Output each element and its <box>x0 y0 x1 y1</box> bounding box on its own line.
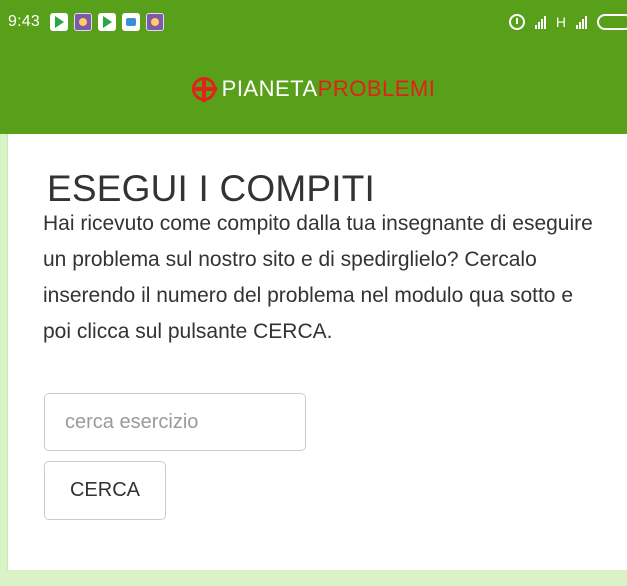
site-logo[interactable]: PIANETA PROBLEMI <box>191 76 436 102</box>
globe-icon <box>191 77 217 102</box>
status-indicators: H <box>508 0 627 44</box>
play-store-icon <box>97 13 116 31</box>
status-time: 9:43 <box>8 13 40 30</box>
search-button[interactable]: CERCA <box>44 461 166 520</box>
robot-icon <box>121 13 140 31</box>
homework-card: ESEGUI I COMPITI Hai ricevuto come compi… <box>7 134 627 570</box>
alarm-icon <box>508 14 525 30</box>
logo-text-pianeta: PIANETA <box>221 76 318 101</box>
logo-text-problemi: PROBLEMI <box>317 76 436 101</box>
status-bar: 9:43 H <box>0 0 627 44</box>
search-input[interactable] <box>44 393 306 451</box>
network-type-label: H <box>555 14 566 30</box>
signal-icon <box>534 15 546 29</box>
game-icon <box>73 13 92 31</box>
page-title: ESEGUI I COMPITI <box>47 168 376 209</box>
battery-icon <box>597 14 627 30</box>
notification-icons <box>49 13 164 31</box>
signal-icon <box>576 15 587 29</box>
instructions-text: Hai ricevuto come compito dalla tua inse… <box>43 212 593 343</box>
app-top-bar: 9:43 H PIANETA PROBLEMI <box>0 0 627 134</box>
site-header: PIANETA PROBLEMI <box>0 44 627 134</box>
game-icon <box>145 13 164 31</box>
play-store-icon <box>49 13 68 31</box>
